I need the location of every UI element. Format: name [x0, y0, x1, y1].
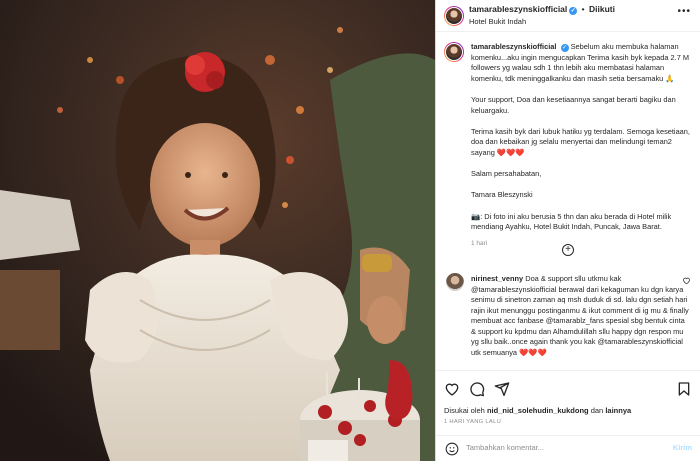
comments-scroll-area[interactable]: tamarableszynskiofficial ✓ Sebelum aku m…: [436, 33, 700, 370]
follow-button[interactable]: Diikuti: [589, 4, 615, 14]
post-panel: tamarableszynskiofficial ✓ • Diikuti Hote…: [435, 0, 700, 461]
caption-paragraph-6: 📷: Di foto ini aku berusia 5 thn dan aku…: [471, 211, 672, 232]
caption-paragraph-1: tamarableszynskiofficial ✓ Sebelum aku m…: [471, 42, 693, 84]
add-comment-bar: Kirim: [436, 435, 700, 461]
separator-dot: •: [581, 4, 585, 14]
caption-avatar[interactable]: [444, 42, 464, 62]
comment-text: nirinest_venny Doa & support sllu utkmu …: [471, 274, 689, 358]
share-icon[interactable]: [494, 381, 510, 397]
comment-icon[interactable]: [469, 381, 485, 397]
comment-heart-icon[interactable]: [682, 276, 691, 287]
liked-and: dan: [590, 406, 604, 415]
liked-others-link[interactable]: lainnya: [605, 406, 631, 415]
liked-prefix: Disukai oleh: [444, 406, 485, 415]
location-link[interactable]: Hotel Bukit Indah: [469, 17, 526, 26]
verified-icon: ✓: [560, 44, 569, 52]
liked-by-line: Disukai oleh nid_nid_solehudin_kukdong d…: [444, 406, 631, 415]
post-comment-button[interactable]: Kirim: [673, 443, 692, 452]
post-actions: Disukai oleh nid_nid_solehudin_kukdong d…: [436, 370, 700, 461]
verified-icon: ✓: [569, 7, 578, 15]
action-icons: [444, 381, 510, 397]
emoji-icon[interactable]: [445, 442, 459, 456]
more-options-icon[interactable]: •••: [677, 6, 691, 17]
bookmark-icon[interactable]: [676, 381, 692, 397]
caption-paragraph-5: Tamara Bleszynski: [471, 190, 533, 200]
commenter-avatar[interactable]: [445, 272, 465, 292]
caption-paragraph-4: Salam persahabatan,: [471, 169, 542, 179]
caption-paragraph-3: Terima kasih byk dari lubuk hatiku yg te…: [471, 126, 690, 157]
add-comment-input[interactable]: [466, 443, 656, 452]
comment-body: Doa & support sllu utkmu kak @tamarables…: [471, 274, 689, 357]
post-photo[interactable]: [0, 0, 435, 461]
post-time-ago[interactable]: 1 HARI YANG LALU: [444, 419, 501, 425]
liked-by-username[interactable]: nid_nid_solehudin_kukdong: [487, 406, 589, 415]
caption: tamarableszynskiofficial ✓ Sebelum aku m…: [471, 42, 693, 250]
header-user-line: tamarableszynskiofficial ✓ • Diikuti: [469, 4, 615, 15]
like-heart-icon[interactable]: [444, 381, 460, 397]
commenter-username[interactable]: nirinest_venny: [471, 274, 523, 283]
caption-username[interactable]: tamarableszynskiofficial: [471, 42, 556, 51]
load-more-comments-button[interactable]: +: [562, 244, 574, 256]
caption-timestamp: 1 hari: [471, 240, 488, 248]
photo-image: [0, 0, 435, 461]
author-avatar[interactable]: [444, 6, 464, 26]
author-username[interactable]: tamarableszynskiofficial: [469, 4, 567, 14]
caption-paragraph-2: Your support, Doa dan kesetiaannya sanga…: [471, 94, 676, 115]
post-header: tamarableszynskiofficial ✓ • Diikuti Hote…: [436, 0, 700, 32]
